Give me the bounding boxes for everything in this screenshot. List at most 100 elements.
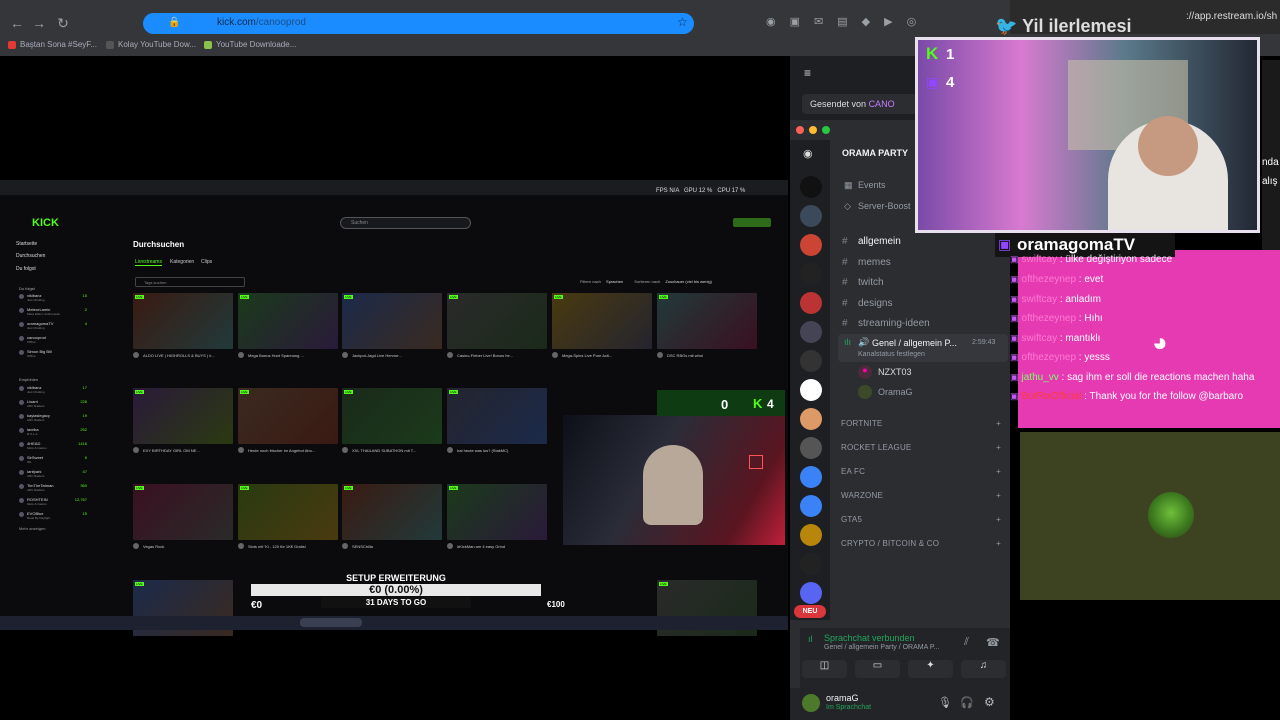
add-channel-icon[interactable]: + [996,515,1001,524]
stream-thumbnail[interactable]: LIVE [238,484,338,540]
category-3[interactable]: EA FC + [841,467,1001,476]
channel-twitch[interactable]: # twitch [842,277,884,288]
stream-thumbnail[interactable]: LIVE [133,388,233,444]
server-icon[interactable] [800,292,822,314]
server-icon[interactable] [800,205,822,227]
stream-thumbnail[interactable]: LIVE [238,388,338,444]
disconnect-icon[interactable]: ☎ [986,636,1000,649]
stream-title[interactable]: Heute noch frischer im Angebot Abo... [248,448,346,453]
close-window-icon[interactable] [796,126,804,134]
channel-streaming-ideen[interactable]: # streaming-ideen [842,318,930,329]
restream-url[interactable]: ://app.restream.io/sh [1186,11,1277,22]
stream-thumbnail[interactable]: LIVE [133,293,233,349]
forward-icon[interactable]: → [30,14,48,32]
server-name[interactable]: ORAMA PARTY [842,148,908,158]
stream-thumbnail[interactable]: LIVE [238,293,338,349]
stream-thumbnail[interactable]: LIVE [342,293,442,349]
stream-title[interactable]: Jackpot-Jagd Live Hervorr... [352,353,450,358]
voice-user[interactable]: OramaG [878,387,913,397]
stream-thumbnail[interactable]: LIVE [133,484,233,540]
server-icon[interactable] [800,350,822,372]
extension-icon[interactable]: ▶ [884,15,892,29]
category-4[interactable]: WARZONE + [841,491,1001,500]
stream-title[interactable]: DSC RBGs mit whoi [667,353,765,358]
noise-suppression-icon[interactable]: ⫽ [964,636,969,649]
stream-thumbnail[interactable]: LIVE [447,484,547,540]
category-6[interactable]: CRYPTO / BITCOIN & CO + [841,539,1001,548]
stream-title[interactable]: hat heute was los? (StakMC) [457,448,555,453]
stream-title[interactable]: Mega-Spins Live Pure Acti... [562,353,660,358]
url-text[interactable]: kick.com/canooprod [217,17,306,28]
extension-icon[interactable]: ◆ [862,15,870,29]
server-icon[interactable] [800,495,822,517]
server-icon[interactable] [800,582,822,604]
extension-icon[interactable]: ▣ [790,15,800,29]
bookmark-star-icon[interactable]: ☆ [677,15,688,29]
stream-thumbnail[interactable]: LIVE [447,388,547,444]
server-icon[interactable] [800,408,822,430]
channel-designs[interactable]: # designs [842,298,892,309]
server-icon[interactable] [800,466,822,488]
category-1[interactable]: FORTNITE + [841,419,1001,428]
minimize-window-icon[interactable] [809,126,817,134]
settings-gear-icon[interactable]: ⚙ [984,695,995,709]
stream-thumbnail[interactable]: LIVE [657,293,757,349]
voice-status-link[interactable]: Kanalstatus festlegen [858,351,925,358]
server-icon[interactable] [800,379,822,401]
stream-thumbnail[interactable]: LIVE [552,293,652,349]
bookmark-item[interactable]: Kolay YouTube Dow... [118,40,196,49]
stream-title[interactable]: ALDO LIVE | HIGHROLLS & BUYS | !r... [143,353,241,358]
stream-thumbnail[interactable]: LIVE [342,388,442,444]
add-channel-icon[interactable]: + [996,491,1001,500]
server-icon[interactable] [800,553,822,575]
add-channel-icon[interactable]: + [996,419,1001,428]
voice-user[interactable]: NZXT03 [878,367,912,377]
stream-title[interactable]: Vegas Rock [143,544,241,549]
soundboard-button[interactable]: ♫ [961,660,1006,678]
stream-title[interactable]: Casino-Fieber Live! Bonus he... [457,353,555,358]
add-channel-icon[interactable]: + [996,539,1001,548]
stream-title[interactable]: SENSChilla [352,544,450,549]
taskbar-search[interactable] [300,618,362,627]
screenshare-button[interactable]: ▭ [855,660,900,678]
bookmark-item[interactable]: YouTube Downloade... [216,40,296,49]
add-channel-icon[interactable]: + [996,467,1001,476]
voice-channel-row[interactable]: ılı 🔊 Genel / allgemein P... 2:59:43 Kan… [838,334,1008,362]
back-icon[interactable]: ← [8,14,26,32]
stream-title[interactable]: XXL THAILAND SUBATHON mit T... [352,448,450,453]
stream-thumbnail[interactable]: LIVE [447,293,547,349]
channel-allgemein[interactable]: # allgemein [842,236,901,247]
category-2[interactable]: ROCKET LEAGUE + [841,443,1001,452]
add-channel-icon[interactable]: + [996,443,1001,452]
headphones-icon[interactable]: 🎧 [960,696,974,709]
server-icon[interactable] [800,234,822,256]
reload-icon[interactable]: ↻ [54,14,72,32]
extension-icon[interactable]: ◎ [907,15,917,29]
stream-thumbnail[interactable]: LIVE [342,484,442,540]
server-icon[interactable] [800,321,822,343]
extension-icon[interactable]: ▤ [837,15,847,29]
user-avatar[interactable] [802,694,820,712]
menu-events[interactable]: Events [858,180,886,190]
maximize-window-icon[interactable] [822,126,830,134]
server-icon[interactable] [800,176,822,198]
server-icon[interactable] [800,524,822,546]
menu-server-boost[interactable]: Server-Boost [858,201,911,211]
category-5[interactable]: GTA5 + [841,515,1001,524]
channel-memes[interactable]: # memes [842,257,891,268]
bookmark-item[interactable]: Baştan Sona #SeyF... [20,40,97,49]
server-icon[interactable] [800,437,822,459]
stream-title[interactable]: #KickMan am 4 easy Grind [457,544,555,549]
activities-button[interactable]: ✦ [908,660,953,678]
extension-icons[interactable]: ◉ ▣ ✉ ▤ ◆ ▶ ◎ [766,15,1006,29]
menu-icon[interactable]: ≡ [804,66,811,80]
stream-title[interactable]: Mega Bonus Hunt Spannung ... [248,353,346,358]
extension-icon[interactable]: ✉ [814,15,823,29]
camera-button[interactable]: ◫ [802,660,847,678]
server-icon[interactable] [800,263,822,285]
microphone-icon[interactable]: 🎙 [938,696,952,709]
stream-title[interactable]: EXY BIRTHDAY GIRL OM NE... [143,448,241,453]
discord-home-icon[interactable]: ◉ [803,147,813,160]
stream-title[interactable]: Slots mit 'Ki - 120 für 1K€ Gratis! [248,544,346,549]
profile-icon[interactable]: ◉ [766,15,776,29]
